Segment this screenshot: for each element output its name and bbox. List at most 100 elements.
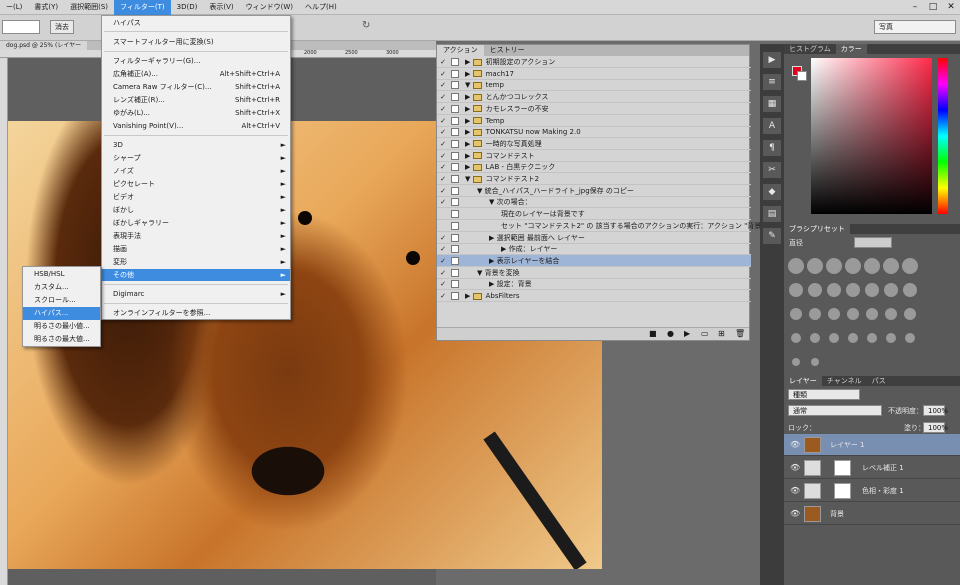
layer-mask[interactable]	[834, 460, 851, 476]
toggle-check-icon[interactable]: ✓	[439, 173, 447, 185]
layer-row[interactable]: 👁 背景	[784, 503, 960, 525]
action-row[interactable]: セット "コマンドテスト2" の 該当する場合のアクションの実行：アクション "…	[437, 220, 786, 232]
menu-item-filter-gallery[interactable]: フィルターギャラリー(G)...	[102, 55, 290, 67]
dialog-toggle[interactable]	[451, 198, 459, 207]
visibility-eye-icon[interactable]: 👁	[790, 463, 800, 472]
toggle-check-icon[interactable]: ✓	[439, 138, 447, 150]
toggle-check-icon[interactable]: ✓	[439, 103, 447, 115]
toggle-check-icon[interactable]: ✓	[439, 68, 447, 80]
action-row[interactable]: ✓ ▼ コマンドテスト2	[437, 173, 751, 185]
tab-histogram[interactable]: ヒストグラム	[784, 44, 836, 54]
stop-icon[interactable]: ■	[649, 329, 657, 338]
tab-brush-presets[interactable]: ブラシプリセット	[784, 224, 850, 234]
background-swatch[interactable]	[797, 71, 807, 81]
brush-preset[interactable]	[828, 308, 840, 320]
close-button[interactable]: ✕	[942, 0, 960, 14]
tab-actions[interactable]: アクション	[437, 45, 484, 56]
menu-3d[interactable]: 3D(D)	[171, 0, 204, 15]
menu-help[interactable]: ヘルプ(H)	[299, 0, 343, 15]
fill-field[interactable]: 100%	[923, 422, 948, 433]
menu-layer[interactable]: ー(L)	[0, 0, 28, 15]
menu-item-blur[interactable]: ぼかし ►	[102, 204, 290, 216]
dialog-toggle[interactable]	[451, 93, 459, 102]
toggle-check-icon[interactable]: ✓	[439, 243, 447, 255]
brush-preset[interactable]	[867, 333, 877, 343]
new-set-icon[interactable]: ▭	[701, 329, 709, 338]
dialog-toggle[interactable]	[451, 139, 459, 148]
brush-preset[interactable]	[905, 333, 915, 343]
brush-preset[interactable]	[903, 283, 917, 297]
clear-button[interactable]: 消去	[50, 20, 74, 34]
visibility-eye-icon[interactable]: 👁	[790, 440, 800, 449]
submenu-item-high-pass[interactable]: ハイパス...	[23, 307, 100, 320]
action-row[interactable]: ✓ ▼ 次の場合：	[437, 196, 751, 209]
brush-preset[interactable]	[789, 283, 803, 297]
menu-item-lens-correction[interactable]: レンズ補正(R)... Shift+Ctrl+R	[102, 94, 290, 106]
menu-item-3d[interactable]: 3D ►	[102, 139, 290, 151]
toggle-check-icon[interactable]: ✓	[439, 56, 447, 68]
paragraph-icon[interactable]: ¶	[763, 140, 781, 156]
blend-mode-select[interactable]: 通常	[788, 405, 882, 416]
options-input[interactable]	[2, 20, 40, 34]
brush-preset[interactable]	[809, 308, 821, 320]
brush-preset[interactable]	[829, 333, 839, 343]
dialog-toggle[interactable]	[451, 58, 459, 66]
menu-item-sharpen[interactable]: シャープ ►	[102, 152, 290, 164]
layer-row[interactable]: 👁 色相・彩度 1	[784, 480, 960, 502]
character-icon[interactable]: A	[763, 118, 781, 134]
tab-paths[interactable]: パス	[867, 376, 891, 386]
toggle-check-icon[interactable]: ✓	[439, 126, 447, 138]
kind-filter-select[interactable]: 種類	[788, 389, 860, 400]
dialog-toggle[interactable]	[451, 116, 459, 125]
action-row[interactable]: ✓ ▶ コマンドテスト	[437, 150, 751, 162]
brush-preset[interactable]	[791, 333, 801, 343]
layer-row[interactable]: 👁 レイヤー 1	[784, 434, 960, 456]
brush-preset[interactable]	[846, 283, 860, 297]
menu-item-digimarc[interactable]: Digimarc ►	[102, 288, 290, 300]
action-row[interactable]: ✓ ▼ 背景を変換	[437, 267, 751, 279]
3d-icon[interactable]: ◆	[763, 184, 781, 200]
toggle-check-icon[interactable]: ✓	[439, 290, 447, 302]
toggle-check-icon[interactable]: ✓	[439, 79, 447, 91]
toggle-check-icon[interactable]: ✓	[439, 91, 447, 103]
toggle-check-icon[interactable]: ✓	[439, 185, 447, 197]
action-row[interactable]: ✓ ▶ 表示レイヤーを結合	[437, 254, 751, 267]
action-row[interactable]: ✓ ▼ temp	[437, 79, 751, 92]
brush-preset[interactable]	[902, 258, 918, 274]
dialog-toggle[interactable]	[451, 256, 459, 265]
dialog-toggle[interactable]	[451, 69, 459, 78]
dialog-toggle[interactable]	[451, 280, 459, 289]
dialog-toggle[interactable]	[451, 210, 459, 219]
tab-layers[interactable]: レイヤー	[784, 376, 822, 386]
tab-history[interactable]: ヒストリー	[484, 45, 531, 56]
menu-item-distort[interactable]: 変形 ►	[102, 256, 290, 268]
submenu-item-hsb[interactable]: HSB/HSL	[23, 268, 100, 281]
trash-icon[interactable]: 🗑	[735, 329, 745, 338]
dialog-toggle[interactable]	[451, 233, 459, 242]
properties-icon[interactable]: ▤	[763, 206, 781, 222]
swatch-icon[interactable]: ▦	[763, 96, 781, 112]
maximize-button[interactable]: □	[924, 0, 942, 14]
brush-preset[interactable]	[788, 258, 804, 274]
brush-preset[interactable]	[808, 283, 822, 297]
menu-item-browse-online[interactable]: オンラインフィルターを参照...	[102, 307, 290, 319]
menu-item-blur-gallery[interactable]: ぼかしギャラリー ►	[102, 217, 290, 229]
toggle-check-icon[interactable]: ✓	[439, 232, 447, 244]
menu-type[interactable]: 書式(Y)	[28, 0, 64, 15]
brush-preset[interactable]	[848, 333, 858, 343]
menu-item-smart-filter[interactable]: スマートフィルター用に変換(S)	[102, 36, 290, 48]
brush-preset[interactable]	[884, 283, 898, 297]
brush-icon[interactable]: ✎	[763, 228, 781, 244]
menu-window[interactable]: ウィンドウ(W)	[240, 0, 299, 15]
dialog-toggle[interactable]	[451, 175, 459, 183]
color-field[interactable]	[811, 58, 932, 214]
layer-mask[interactable]	[834, 483, 851, 499]
dialog-toggle[interactable]	[451, 221, 459, 230]
brush-preset[interactable]	[790, 308, 802, 320]
dialog-toggle[interactable]	[451, 268, 459, 277]
toggle-check-icon[interactable]: ✓	[439, 267, 447, 279]
action-row[interactable]: ✓ ▶ とんかつコレックス	[437, 91, 751, 104]
tab-color[interactable]: カラー	[835, 44, 867, 54]
menu-filter[interactable]: フィルター(T)	[114, 0, 171, 15]
action-row[interactable]: ✓ ▶ 選択範囲 最前面へ レイヤー	[437, 232, 751, 244]
